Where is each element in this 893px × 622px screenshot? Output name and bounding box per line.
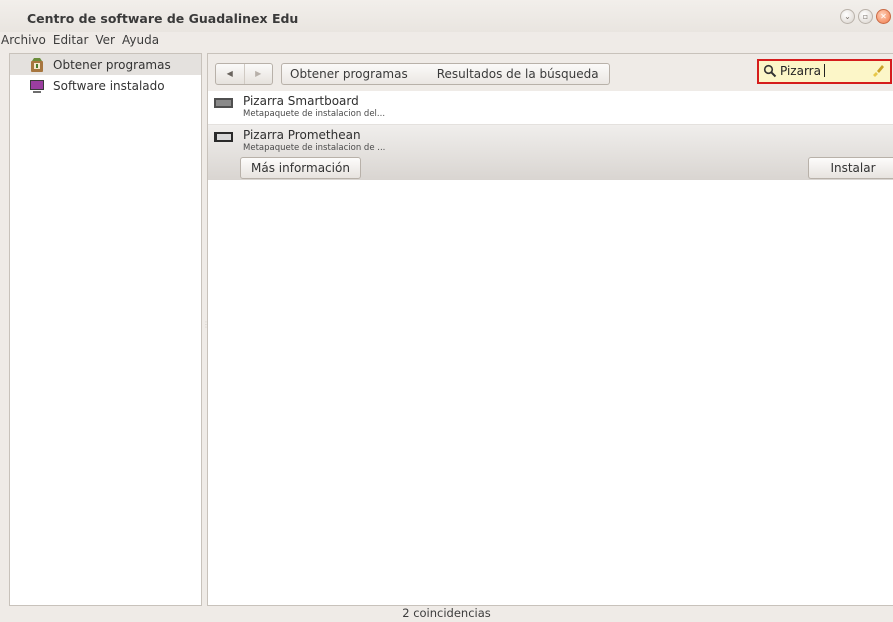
menu-bar: Archivo Editar Ver Ayuda [0, 33, 160, 51]
navigation-buttons: ◀ ▶ [215, 63, 273, 85]
search-input[interactable]: Pizarra [757, 59, 892, 84]
list-item-selected[interactable]: Pizarra Promethean Metapaquete de instal… [208, 125, 893, 180]
whiteboard-icon [214, 132, 233, 142]
package-name: Pizarra Promethean [243, 128, 361, 142]
pane-splitter[interactable]: ⋮ [202, 320, 210, 338]
breadcrumb-obtener-programas[interactable]: Obtener programas [281, 63, 422, 85]
menu-ayuda[interactable]: Ayuda [121, 33, 160, 51]
back-button[interactable]: ◀ [216, 64, 244, 84]
menu-editar[interactable]: Editar [52, 33, 90, 51]
close-icon[interactable]: ✕ [876, 9, 891, 24]
search-text: Pizarra [780, 64, 821, 78]
status-bar: 2 coincidencias [402, 606, 491, 620]
breadcrumb-label: Resultados de la búsqueda [436, 67, 599, 81]
breadcrumb-label: Obtener programas [290, 67, 408, 81]
window-title: Centro de software de Guadalinex Edu [27, 11, 299, 26]
software-center-icon [31, 57, 43, 72]
maximize-icon[interactable]: ▫ [858, 9, 873, 24]
search-value: Pizarra [780, 64, 825, 78]
package-description: Metapaquete de instalacion del... [243, 109, 386, 119]
sidebar: Obtener programas Software instalado [9, 53, 202, 606]
whiteboard-icon [214, 98, 233, 108]
forward-arrow-icon: ▶ [255, 69, 262, 78]
toolbar: ◀ ▶ Obtener programas Resultados de la b… [208, 54, 893, 91]
main-panel: ◀ ▶ Obtener programas Resultados de la b… [207, 53, 893, 606]
back-arrow-icon: ◀ [226, 69, 233, 78]
more-info-button[interactable]: Más información [240, 157, 361, 179]
title-bar: Centro de software de Guadalinex Edu ⌄ ▫… [0, 0, 893, 32]
sidebar-item-obtener-programas[interactable]: Obtener programas [10, 54, 201, 75]
install-button[interactable]: Instalar [808, 157, 893, 179]
sidebar-item-label: Obtener programas [53, 57, 171, 72]
window-controls: ⌄ ▫ ✕ [840, 9, 891, 24]
text-cursor [823, 64, 825, 77]
forward-button[interactable]: ▶ [243, 64, 273, 84]
menu-archivo[interactable]: Archivo [0, 33, 47, 51]
monitor-icon [30, 79, 44, 93]
package-name: Pizarra Smartboard [243, 94, 359, 108]
clear-search-icon[interactable] [872, 64, 886, 78]
menu-ver[interactable]: Ver [94, 33, 116, 51]
breadcrumb-resultados[interactable]: Resultados de la búsqueda [420, 63, 610, 85]
breadcrumb: Obtener programas Resultados de la búsqu… [281, 63, 610, 85]
minimize-icon[interactable]: ⌄ [840, 9, 855, 24]
list-item[interactable]: Pizarra Smartboard Metapaquete de instal… [208, 91, 893, 125]
package-description: Metapaquete de instalacion de ... [243, 143, 386, 153]
sidebar-item-label: Software instalado [53, 78, 165, 93]
sidebar-item-software-instalado[interactable]: Software instalado [10, 75, 201, 96]
search-icon[interactable] [763, 64, 777, 78]
